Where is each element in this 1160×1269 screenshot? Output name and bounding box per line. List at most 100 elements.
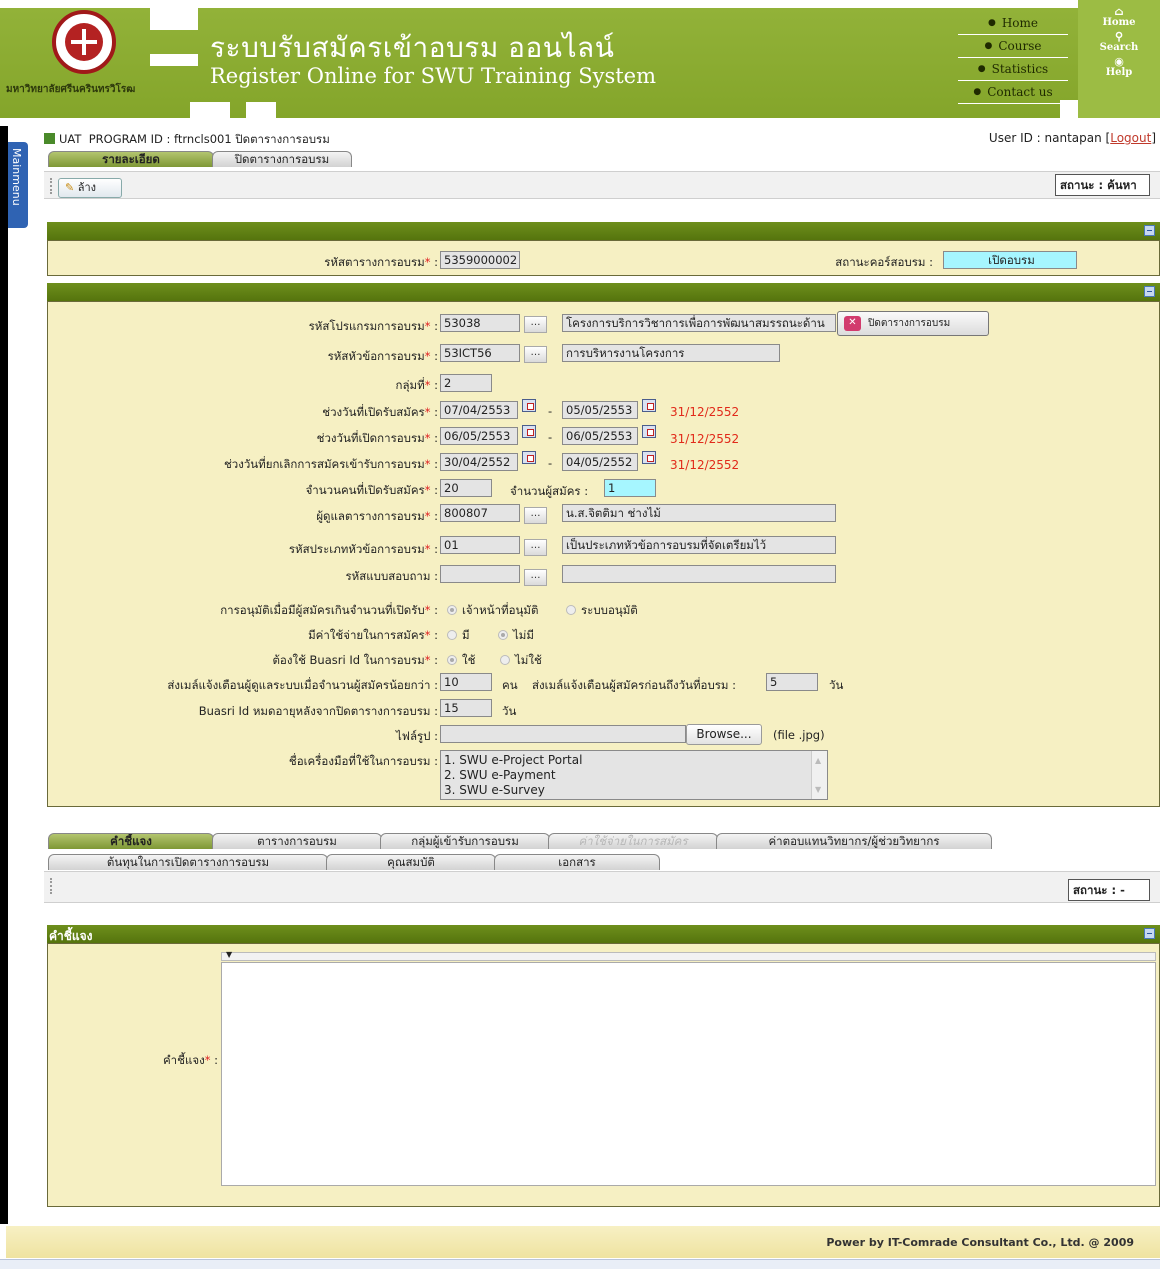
image-hint: (file .jpg) <box>773 728 825 742</box>
nav-home[interactable]: ● Home <box>958 12 1068 35</box>
approval-option-staff[interactable]: เจ้าหน้าที่อนุมัติ <box>447 602 538 620</box>
mail-min-label: ส่งเมล์แจ้งเตือนผู้ดูแลระบบเมื่อจำนวนผู้… <box>167 678 438 692</box>
tab-participant-group[interactable]: กลุ่มผู้เข้ารับการอบรม <box>380 833 550 849</box>
bullet-icon: ● <box>973 87 982 97</box>
owner-lookup-button[interactable]: … <box>524 507 547 524</box>
scroll-up-icon[interactable]: ▲ <box>815 753 821 768</box>
quick-links: ⌂ Home ⚲ Search ◉ Help <box>1078 0 1160 118</box>
tools-list[interactable]: 1. SWU e-Project Portal 2. SWU e-Payment… <box>440 750 828 800</box>
reg-from-input[interactable]: 07/04/2553 <box>440 401 518 419</box>
clear-button[interactable]: ✎ ล้าง <box>58 178 122 198</box>
browse-button[interactable]: Browse... <box>686 724 762 745</box>
mail-min-input[interactable]: 10 <box>440 673 492 691</box>
calendar-icon[interactable] <box>642 451 656 464</box>
type-code-input[interactable]: 01 <box>440 536 520 554</box>
quick-home[interactable]: ⌂ Home <box>1078 6 1160 28</box>
seats-input[interactable]: 20 <box>440 479 492 497</box>
tab-documents[interactable]: เอกสาร <box>494 854 660 870</box>
owner-code-input[interactable]: 800807 <box>440 504 520 522</box>
home-icon: ⌂ <box>1114 5 1124 18</box>
expire-input[interactable]: 15 <box>440 699 492 717</box>
fee-option-no[interactable]: ไม่มี <box>498 627 534 645</box>
list-item[interactable]: 3. SWU e-Survey <box>444 783 824 798</box>
approval-label: การอนุมัติเมื่อมีผู้สมัครเกินจำนวนที่เปิ… <box>220 603 438 617</box>
collapse-icon[interactable] <box>1144 928 1155 939</box>
footer: Power by IT-Comrade Consultant Co., Ltd.… <box>6 1226 1160 1258</box>
tab-description[interactable]: คำชี้แจง <box>48 833 214 849</box>
collapse-icon[interactable] <box>1144 286 1155 297</box>
calendar-icon[interactable] <box>642 425 656 438</box>
radio-selected-icon <box>498 630 508 640</box>
header-deco <box>150 54 198 66</box>
calendar-icon[interactable] <box>522 425 536 438</box>
program-code-input[interactable]: 53038 <box>440 314 520 332</box>
mail-days-input[interactable]: 5 <box>766 673 818 691</box>
train-from-input[interactable]: 06/05/2553 <box>440 427 518 445</box>
tab-qualifications[interactable]: คุณสมบัติ <box>326 854 496 870</box>
type-label: รหัสประเภทหัวข้อการอบรม* : <box>288 542 438 556</box>
program-lookup-button[interactable]: … <box>524 316 547 333</box>
search-icon: ⚲ <box>1114 30 1124 43</box>
survey-code-input[interactable] <box>440 565 520 583</box>
scroll-down-icon[interactable]: ▼ <box>815 782 821 797</box>
tab-details[interactable]: รายละเอียด <box>48 151 214 167</box>
nav-contact-us[interactable]: ● Contact us <box>958 81 1068 104</box>
tab-schedule[interactable]: ตารางการอบรม <box>212 833 382 849</box>
nav-statistics[interactable]: ● Statistics <box>958 58 1068 81</box>
quick-search[interactable]: ⚲ Search <box>1078 31 1160 53</box>
bullet-icon: ● <box>984 41 993 51</box>
survey-label: รหัสแบบสอบถาม : <box>345 569 438 583</box>
approval-option-system[interactable]: ระบบอนุมัติ <box>566 602 638 620</box>
train-to-input[interactable]: 06/05/2553 <box>562 427 638 445</box>
survey-lookup-button[interactable]: … <box>524 569 547 586</box>
reg-note: 31/12/2552 <box>670 405 740 419</box>
calendar-icon[interactable] <box>522 451 536 464</box>
group-input[interactable]: 2 <box>440 374 492 392</box>
list-item[interactable]: 1. SWU e-Project Portal <box>444 753 824 768</box>
survey-name-input <box>562 565 836 583</box>
image-label: ไฟล์รูป : <box>396 729 438 743</box>
topic-code-input[interactable]: 53ICT56 <box>440 344 520 362</box>
chevron-down-icon[interactable]: ▼ <box>226 950 232 959</box>
editor-toolbar[interactable]: ▼ <box>221 950 1156 961</box>
nav-course[interactable]: ● Course <box>958 35 1068 58</box>
expire-unit: วัน <box>502 704 517 718</box>
section-header-description: คำชี้แจง <box>47 925 1160 943</box>
list-item[interactable]: 2. SWU e-Payment <box>444 768 824 783</box>
logout-link[interactable]: Logout <box>1110 131 1151 145</box>
collapse-icon[interactable] <box>1144 225 1155 236</box>
quick-help[interactable]: ◉ Help <box>1078 56 1160 78</box>
header-nav: ● Home ● Course ● Statistics ● Contact us <box>958 12 1068 104</box>
image-file-input[interactable] <box>440 725 686 743</box>
train-period-label: ช่วงวันที่เปิดการอบรม* : <box>316 431 438 445</box>
close-schedule-button[interactable]: ✕ ปิดตารางการอบรม <box>837 311 989 336</box>
calendar-icon[interactable] <box>642 399 656 412</box>
owner-name-input: น.ส.จิตติมา ช่างไม้ <box>562 504 836 522</box>
mainmenu-toggle[interactable]: Mainmenu <box>8 142 28 228</box>
cancel-to-input[interactable]: 04/05/2552 <box>562 453 638 471</box>
fee-option-yes[interactable]: มี <box>447 627 470 645</box>
course-status-value: เปิดอบรม <box>943 251 1077 269</box>
tab-speaker-fee[interactable]: ค่าตอบแทนวิทยากร/ผู้ช่วยวิทยากร <box>716 833 992 849</box>
buasri-option-no[interactable]: ไม่ใช้ <box>500 652 542 670</box>
description-editor[interactable] <box>221 962 1156 1186</box>
description-label: คำชี้แจง* : <box>162 1053 218 1067</box>
reg-period-label: ช่วงวันที่เปิดรับสมัคร* : <box>322 405 438 419</box>
reg-to-input[interactable]: 05/05/2553 <box>562 401 638 419</box>
toolbar-grip <box>50 178 52 194</box>
tab-close-schedule[interactable]: ปิดตารางการอบรม <box>212 151 352 167</box>
schedule-code-input[interactable]: 5359000002 <box>440 251 520 269</box>
radio-selected-icon <box>447 655 457 665</box>
horizontal-scrollbar[interactable] <box>0 1259 1160 1269</box>
topic-lookup-button[interactable]: … <box>524 346 547 363</box>
type-lookup-button[interactable]: … <box>524 539 547 556</box>
toolbar-secondary <box>44 871 1160 903</box>
cancel-from-input[interactable]: 30/04/2552 <box>440 453 518 471</box>
course-status-label: สถานะคอร์สอบรม : <box>835 255 933 269</box>
calendar-icon[interactable] <box>522 399 536 412</box>
buasri-option-use[interactable]: ใช้ <box>447 652 475 670</box>
tab-opening-cost[interactable]: ต้นทุนในการเปิดตารางการอบรม <box>48 854 328 870</box>
list-scrollbar[interactable]: ▲ ▼ <box>811 751 827 799</box>
toolbar-grip <box>50 878 52 894</box>
applicants-label: จำนวนผู้สมัคร : <box>510 484 589 498</box>
